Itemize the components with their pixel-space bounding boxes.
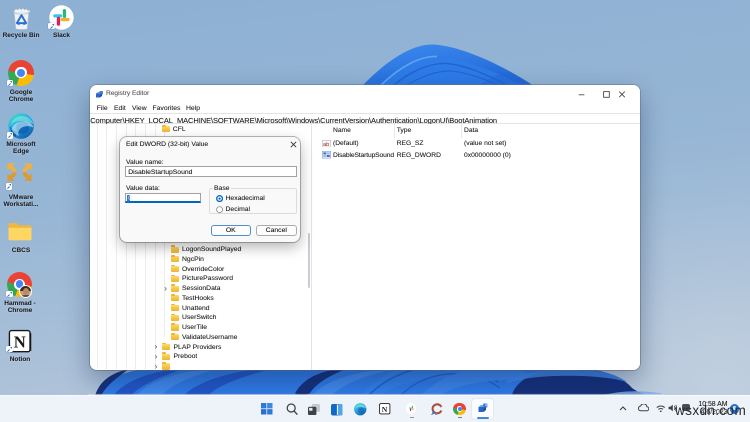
svg-text:N: N — [14, 332, 26, 351]
svg-text:ab: ab — [323, 141, 329, 147]
svg-text:N: N — [382, 405, 388, 414]
